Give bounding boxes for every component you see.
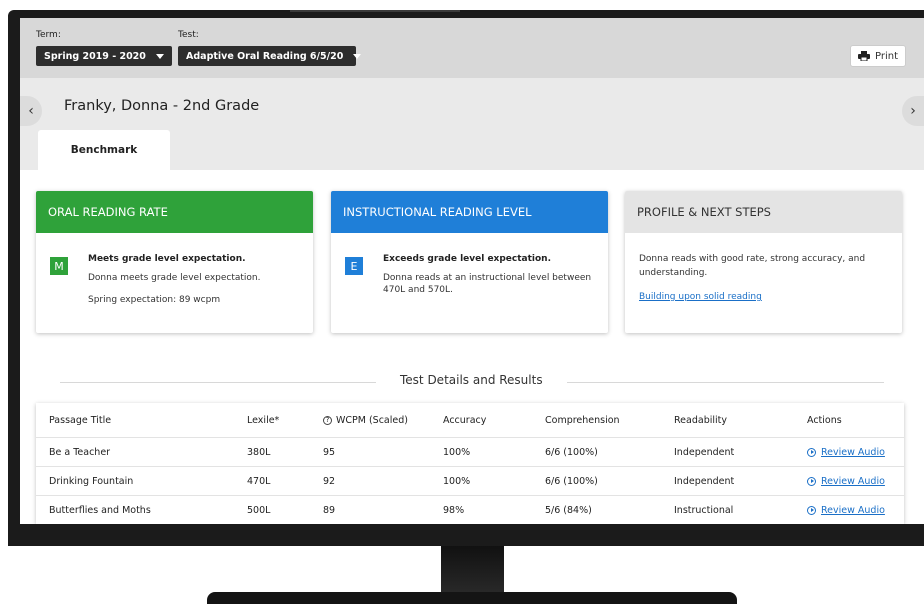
monitor-accent <box>290 10 460 12</box>
tab-benchmark[interactable]: Benchmark <box>38 130 170 170</box>
chevron-left-icon: ‹ <box>28 103 34 119</box>
caret-down-icon <box>156 53 164 59</box>
comprehension: 6/6 (100%) <box>545 475 598 487</box>
card-detail: Donna meets grade level expectation. <box>88 272 261 283</box>
comprehension: 5/6 (84%) <box>545 504 592 516</box>
readability: Independent <box>674 475 735 487</box>
play-icon <box>807 476 816 486</box>
lexile: 470L <box>247 475 271 487</box>
play-icon <box>807 505 816 515</box>
printer-icon <box>857 51 870 61</box>
results-table: Passage Title Lexile* ? WCPM (Scaled) Ac… <box>36 403 904 524</box>
review-audio-label: Review Audio <box>821 504 885 516</box>
review-audio-label: Review Audio <box>821 475 885 487</box>
meets-badge: M <box>50 257 68 275</box>
passage-title: Be a Teacher <box>49 446 111 458</box>
readability: Independent <box>674 446 735 458</box>
column-header: Passage Title <box>49 414 112 426</box>
card-header: INSTRUCTIONAL READING LEVEL <box>331 191 608 233</box>
print-button[interactable]: Print <box>850 45 906 67</box>
screen: Term: Spring 2019 - 2020 Test: Adaptive … <box>20 18 924 524</box>
oral-reading-rate-card: ORAL READING RATE M Meets grade level ex… <box>36 191 313 333</box>
column-header: Accuracy <box>443 414 487 426</box>
play-icon <box>807 447 816 457</box>
benchmark-content: ORAL READING RATE M Meets grade level ex… <box>20 170 924 524</box>
table-header-row: Passage Title Lexile* ? WCPM (Scaled) Ac… <box>36 403 904 437</box>
exceeds-badge: E <box>345 257 363 275</box>
term-select[interactable]: Spring 2019 - 2020 <box>36 46 172 66</box>
profile-text: Donna reads with good rate, strong accur… <box>639 254 866 278</box>
column-header: Actions <box>807 414 842 426</box>
student-name: Franky, Donna - 2nd Grade <box>64 98 260 114</box>
profile-next-steps-card: PROFILE & NEXT STEPS Donna reads with go… <box>625 191 902 333</box>
card-detail: Donna reads at an instructional level be… <box>383 272 592 296</box>
help-icon[interactable]: ? <box>323 415 332 425</box>
test-label: Test: <box>178 30 199 40</box>
section-title: Test Details and Results <box>376 373 567 387</box>
column-header-wcpm: ? WCPM (Scaled) <box>323 403 408 437</box>
column-header: Comprehension <box>545 414 620 426</box>
wcpm: 89 <box>323 504 336 516</box>
column-header: Readability <box>674 414 727 426</box>
card-status: Meets grade level expectation. <box>88 254 246 264</box>
wcpm: 95 <box>323 446 336 458</box>
student-header: ‹ Franky, Donna - 2nd Grade › Benchmark <box>20 78 924 170</box>
accuracy: 100% <box>443 475 471 487</box>
table-row: Be a Teacher 380L 95 100% 6/6 (100%) Ind… <box>36 437 904 466</box>
review-audio-link[interactable]: Review Audio <box>807 467 885 495</box>
readability: Instructional <box>674 504 734 516</box>
term-label: Term: <box>36 30 61 40</box>
column-header: WCPM (Scaled) <box>336 414 408 426</box>
review-audio-link[interactable]: Review Audio <box>807 438 885 466</box>
accuracy: 98% <box>443 504 465 516</box>
column-header: Lexile* <box>247 414 280 426</box>
previous-student-button[interactable]: ‹ <box>20 96 42 126</box>
table-row: Butterflies and Moths 500L 89 98% 5/6 (8… <box>36 495 904 524</box>
card-header: ORAL READING RATE <box>36 191 313 233</box>
lexile: 500L <box>247 504 271 516</box>
building-upon-solid-reading-link[interactable]: Building upon solid reading <box>639 292 888 302</box>
caret-down-icon <box>353 53 362 59</box>
monitor-stand-neck <box>441 546 504 596</box>
passage-title: Drinking Fountain <box>49 475 134 487</box>
comprehension: 6/6 (100%) <box>545 446 598 458</box>
table-row: Drinking Fountain 470L 92 100% 6/6 (100%… <box>36 466 904 495</box>
monitor-stand-base <box>207 592 737 604</box>
lexile: 380L <box>247 446 271 458</box>
card-expectation: Spring expectation: 89 wcpm <box>88 295 221 306</box>
term-select-value: Spring 2019 - 2020 <box>44 50 146 62</box>
chevron-right-icon: › <box>910 103 916 119</box>
next-student-button[interactable]: › <box>902 96 924 126</box>
card-header: PROFILE & NEXT STEPS <box>625 191 902 233</box>
print-label: Print <box>874 50 898 62</box>
test-select[interactable]: Adaptive Oral Reading 6/5/20 <box>178 46 362 66</box>
review-audio-label: Review Audio <box>821 446 885 458</box>
card-status: Exceeds grade level expectation. <box>383 254 552 264</box>
instructional-reading-level-card: INSTRUCTIONAL READING LEVEL E Exceeds gr… <box>331 191 608 333</box>
monitor-chin <box>8 528 924 546</box>
accuracy: 100% <box>443 446 471 458</box>
wcpm: 92 <box>323 475 336 487</box>
test-select-value: Adaptive Oral Reading 6/5/20 <box>186 50 344 62</box>
filter-toolbar: Term: Spring 2019 - 2020 Test: Adaptive … <box>20 18 924 78</box>
passage-title: Butterflies and Moths <box>49 504 151 516</box>
review-audio-link[interactable]: Review Audio <box>807 496 885 524</box>
